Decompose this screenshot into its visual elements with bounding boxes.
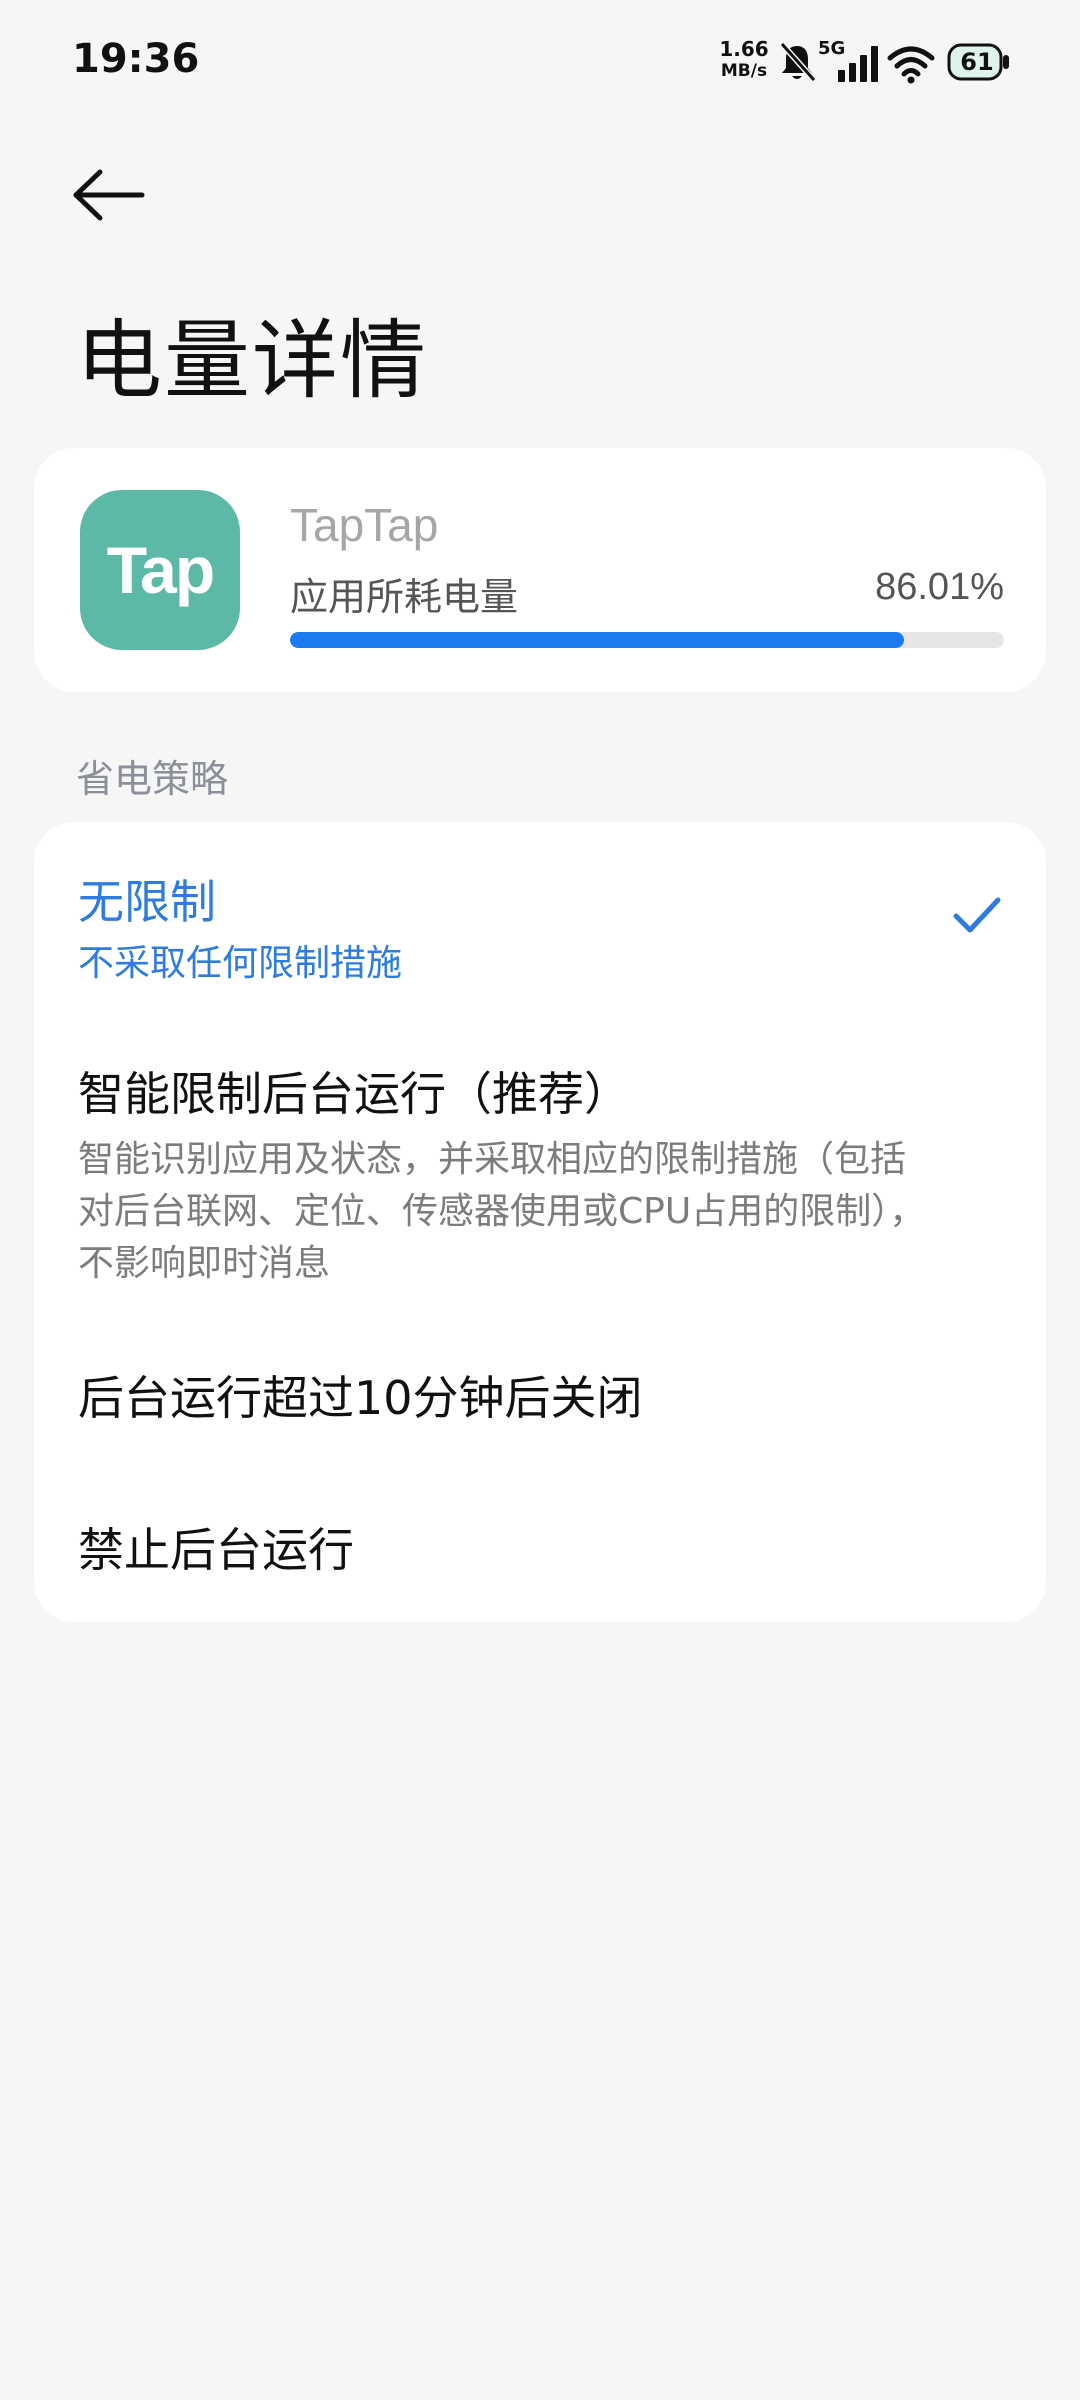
option-title: 无限制	[78, 875, 216, 929]
usage-progress-fill	[290, 632, 905, 648]
option-smart-restrict[interactable]: 智能限制后台运行（推荐） 智能识别应用及状态，并采取相应的限制措施（包括对后台联…	[78, 1058, 978, 1290]
option-close-after-10-min[interactable]: 后台运行超过10分钟后关闭	[78, 1362, 978, 1428]
page-title: 电量详情	[76, 311, 428, 411]
clock: 19:36	[72, 36, 200, 82]
checkmark-icon	[953, 897, 1001, 933]
option-forbid-background[interactable]: 禁止后台运行	[78, 1514, 978, 1580]
battery-level: 61	[960, 48, 994, 76]
wifi-icon	[887, 46, 935, 84]
option-title: 智能限制后台运行（推荐）	[78, 1067, 630, 1121]
signal-icon	[838, 46, 878, 82]
mute-icon	[779, 42, 816, 82]
option-title: 后台运行超过10分钟后关闭	[78, 1371, 643, 1425]
usage-value: 86.01%	[875, 566, 1004, 608]
option-description: 不采取任何限制措施	[78, 943, 403, 984]
app-name: TapTap	[290, 499, 439, 551]
arrow-left-icon[interactable]	[62, 160, 162, 230]
option-title: 禁止后台运行	[78, 1523, 354, 1577]
option-unrestricted[interactable]: 无限制 不采取任何限制措施	[78, 866, 978, 990]
section-label: 省电策略	[76, 757, 229, 801]
network-speed-unit: MB/s	[720, 61, 768, 81]
usage-progress-bar	[290, 632, 1004, 648]
app-icon-label: Tap	[106, 533, 215, 607]
power-strategy-list: 无限制 不采取任何限制措施 智能限制后台运行（推荐） 智能识别应用及状态，并采取…	[34, 822, 1046, 1622]
app-icon: Tap	[80, 490, 240, 650]
status-bar: 19:36 1.66 MB/s 5G 61	[0, 0, 1080, 128]
option-description: 智能识别应用及状态，并采取相应的限制措施（包括对后台联网、定位、传感器使用或CP…	[78, 1139, 926, 1284]
usage-label: 应用所耗电量	[290, 575, 519, 619]
app-usage-card: Tap TapTap 应用所耗电量 86.01%	[34, 448, 1046, 692]
network-speed-value: 1.66	[719, 37, 769, 61]
network-speed: 1.66 MB/s	[716, 38, 772, 82]
